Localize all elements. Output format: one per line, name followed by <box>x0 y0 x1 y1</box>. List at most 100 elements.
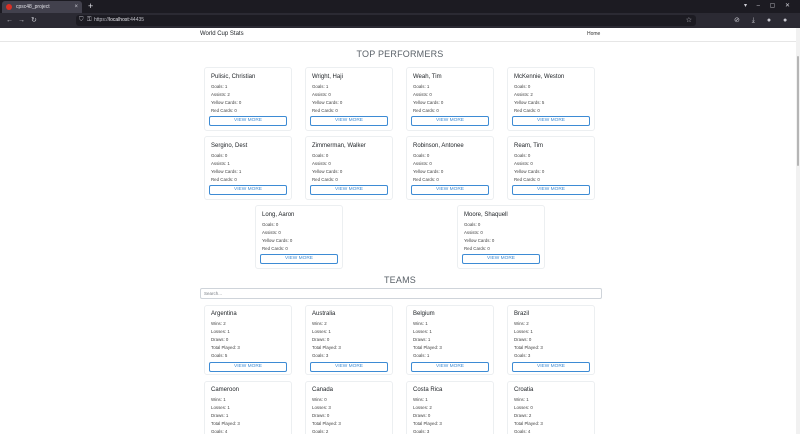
team-wins: Wins: 1 <box>413 321 428 326</box>
player-red-cards: Red Cards: 0 <box>312 108 338 113</box>
team-card: Australia Wins: 2 Losses: 1 Draws: 0 Total P… <box>305 305 393 375</box>
team-name: Brazil <box>514 311 530 317</box>
team-wins: Wins: 2 <box>211 321 226 326</box>
player-card: Moore, Shaquell Goals: 0 Assists: 0 Yellow … <box>457 205 545 269</box>
team-card: Canada Wins: 0 Losses: 3 Draws: 0 Total Play… <box>305 381 393 434</box>
team-losses: Losses: 1 <box>312 329 331 334</box>
player-assists: Assists: 0 <box>464 230 483 235</box>
player-name: Ream, Tim <box>514 143 544 149</box>
player-yellow-cards: Yellow Cards: 0 <box>312 100 343 105</box>
player-goals: Goals: 0 <box>312 153 329 158</box>
page-scrollbar[interactable] <box>796 28 800 434</box>
team-losses: Losses: 0 <box>514 405 533 410</box>
player-assists: Assists: 0 <box>413 161 432 166</box>
team-losses: Losses: 1 <box>211 405 230 410</box>
team-name: Belgium <box>413 311 435 317</box>
team-total-played: Total Played: 3 <box>211 345 240 350</box>
team-goals: Goals: 3 <box>413 429 430 434</box>
view-more-button[interactable]: VIEW MORE <box>260 254 338 264</box>
window-controls[interactable]: ▾ – ▢ ✕ <box>744 0 794 13</box>
team-name: Australia <box>312 311 336 317</box>
view-more-button[interactable]: VIEW MORE <box>209 185 287 195</box>
team-card: Croatia Wins: 1 Losses: 0 Draws: 2 Total Pla… <box>507 381 595 434</box>
tab-close-icon[interactable]: × <box>74 1 78 13</box>
player-goals: Goals: 0 <box>413 153 430 158</box>
team-draws: Draws: 0 <box>413 413 431 418</box>
player-card: McKennie, Weston Goals: 0 Assists: 2 Yellow… <box>507 67 595 131</box>
player-card: Zimmerman, Walker Goals: 0 Assists: 0 Yello… <box>305 136 393 200</box>
player-name: Weah, Tim <box>413 74 442 80</box>
back-icon[interactable]: ← <box>6 13 13 28</box>
teams-heading: TEAMS <box>383 275 416 285</box>
bookmark-star-icon[interactable]: ☆ <box>686 15 692 26</box>
team-goals: Goals: 3 <box>514 353 531 358</box>
view-more-button[interactable]: VIEW MORE <box>512 185 590 195</box>
player-card: Wright, Haji Goals: 1 Assists: 0 Yellow Car… <box>305 67 393 131</box>
view-more-button[interactable]: VIEW MORE <box>411 362 489 372</box>
view-more-button[interactable]: VIEW MORE <box>310 116 388 126</box>
team-name: Croatia <box>514 387 534 393</box>
team-draws: Draws: 1 <box>211 413 229 418</box>
player-name: Pulisic, Christian <box>211 74 256 80</box>
view-more-button[interactable]: VIEW MORE <box>310 362 388 372</box>
player-card: Robinson, Antonee Goals: 0 Assists: 0 Yello… <box>406 136 494 200</box>
player-card: Ream, Tim Goals: 0 Assists: 0 Yellow Cards:… <box>507 136 595 200</box>
player-red-cards: Red Cards: 0 <box>413 177 439 182</box>
player-name: McKennie, Weston <box>514 74 565 80</box>
team-wins: Wins: 1 <box>413 397 428 402</box>
view-more-button[interactable]: VIEW MORE <box>411 185 489 195</box>
view-more-button[interactable]: VIEW MORE <box>411 116 489 126</box>
site-brand[interactable]: World Cup Stats <box>200 31 244 37</box>
team-losses: Losses: 2 <box>413 405 432 410</box>
team-draws: Draws: 0 <box>312 337 330 342</box>
team-goals: Goals: 1 <box>413 353 430 358</box>
lock-icon[interactable]: ⚿ <box>87 15 92 26</box>
team-name: Canada <box>312 387 334 393</box>
player-card: Pulisic, Christian Goals: 1 Assists: 2 Yell… <box>204 67 292 131</box>
view-more-button[interactable]: VIEW MORE <box>209 116 287 126</box>
team-wins: Wins: 2 <box>312 321 327 326</box>
team-total-played: Total Played: 3 <box>413 345 442 350</box>
player-red-cards: Red Cards: 0 <box>413 108 439 113</box>
team-search-input[interactable]: Search... <box>200 288 602 299</box>
url-text: https://localhost:44435 <box>94 15 144 26</box>
player-goals: Goals: 0 <box>211 153 228 158</box>
url-port: :44435 <box>128 17 145 23</box>
reload-icon[interactable]: ↻ <box>31 13 37 28</box>
view-more-button[interactable]: VIEW MORE <box>512 362 590 372</box>
player-goals: Goals: 1 <box>211 84 228 89</box>
player-goals: Goals: 1 <box>312 84 329 89</box>
view-more-button[interactable]: VIEW MORE <box>462 254 540 264</box>
player-name: Wright, Haji <box>312 74 343 80</box>
player-goals: Goals: 0 <box>514 153 531 158</box>
player-name: Robinson, Antonee <box>413 143 464 149</box>
view-more-button[interactable]: VIEW MORE <box>512 116 590 126</box>
site-navbar: World Cup Stats Home <box>0 28 800 42</box>
shield-icon[interactable]: ⛉ <box>79 15 84 26</box>
player-yellow-cards: Yellow Cards: 0 <box>514 169 545 174</box>
url-bar[interactable]: ⛉ ⚿ https://localhost:44435 ☆ <box>76 15 696 26</box>
player-assists: Assists: 0 <box>413 92 432 97</box>
team-goals: Goals: 4 <box>514 429 531 434</box>
player-name: Long, Aaron <box>262 212 295 218</box>
home-link[interactable]: Home <box>587 31 600 37</box>
team-goals: Goals: 5 <box>211 353 228 358</box>
browser-nav-bar: ← → ↻ ⛉ ⚿ https://localhost:44435 ☆ ⊘ ⤓ … <box>0 13 800 39</box>
scrollbar-thumb[interactable] <box>797 56 799 166</box>
browser-tab[interactable]: cpsc48_project × <box>2 1 82 13</box>
player-assists: Assists: 2 <box>211 92 230 97</box>
player-goals: Goals: 1 <box>413 84 430 89</box>
team-total-played: Total Played: 3 <box>312 421 341 426</box>
url-prefix: https:// <box>94 17 110 23</box>
player-name: Sergino, Dest <box>211 143 248 149</box>
new-tab-button[interactable]: + <box>88 0 93 13</box>
player-assists: Assists: 0 <box>312 92 331 97</box>
player-goals: Goals: 0 <box>514 84 531 89</box>
player-yellow-cards: Yellow Cards: 1 <box>211 169 242 174</box>
team-wins: Wins: 2 <box>514 321 529 326</box>
view-more-button[interactable]: VIEW MORE <box>310 185 388 195</box>
player-assists: Assists: 1 <box>211 161 230 166</box>
team-draws: Draws: 0 <box>312 413 330 418</box>
view-more-button[interactable]: VIEW MORE <box>209 362 287 372</box>
forward-icon[interactable]: → <box>18 13 25 28</box>
